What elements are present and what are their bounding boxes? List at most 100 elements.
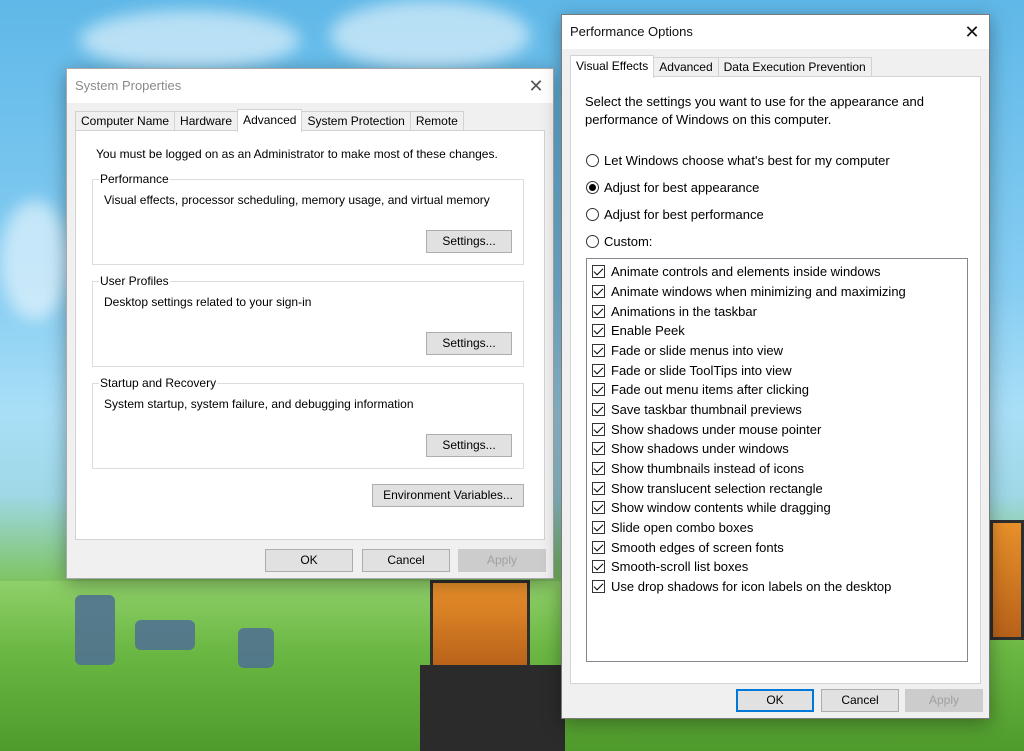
user-profiles-group: User Profiles Desktop settings related t…	[92, 274, 524, 367]
ok-button[interactable]: OK	[265, 549, 353, 572]
list-item[interactable]: Use drop shadows for icon labels on the …	[592, 577, 891, 595]
list-item[interactable]: Slide open combo boxes	[592, 518, 753, 536]
list-item[interactable]: Show shadows under mouse pointer	[592, 420, 821, 438]
checkbox[interactable]	[592, 363, 605, 377]
radio-label: Adjust for best performance	[604, 207, 764, 222]
list-item[interactable]: Animations in the taskbar	[592, 302, 757, 320]
list-item[interactable]: Smooth edges of screen fonts	[592, 538, 784, 556]
checkbox-label: Fade or slide menus into view	[611, 342, 783, 358]
cancel-button[interactable]: Cancel	[821, 689, 899, 712]
performance-settings-button[interactable]: Settings...	[426, 230, 512, 253]
checkbox[interactable]	[592, 520, 605, 534]
list-item[interactable]: Save taskbar thumbnail previews	[592, 400, 802, 418]
radio-button[interactable]	[586, 154, 599, 167]
checkbox[interactable]	[592, 304, 605, 318]
performance-options-window: Performance Options ✕ Visual Effects Adv…	[561, 14, 990, 719]
apply-button[interactable]: Apply	[458, 549, 546, 572]
checkbox[interactable]	[592, 461, 605, 475]
list-item[interactable]: Fade or slide menus into view	[592, 341, 783, 359]
close-icon[interactable]: ✕	[955, 15, 989, 49]
tab-visual-effects[interactable]: Visual Effects	[570, 55, 655, 78]
checkbox[interactable]	[592, 441, 605, 455]
checkbox[interactable]	[592, 579, 605, 593]
radio-button[interactable]	[586, 181, 599, 194]
radio-let-windows-choose[interactable]: Let Windows choose what's best for my co…	[586, 153, 890, 168]
checkbox-label: Slide open combo boxes	[611, 519, 754, 535]
admin-note: You must be logged on as an Administrato…	[96, 147, 498, 161]
checkbox-label: Fade out menu items after clicking	[611, 381, 809, 397]
startup-recovery-settings-button[interactable]: Settings...	[426, 434, 512, 457]
performance-options-titlebar[interactable]: Performance Options ✕	[562, 15, 989, 49]
checkbox-label: Smooth edges of screen fonts	[611, 539, 784, 555]
checkbox[interactable]	[592, 343, 605, 357]
checkbox-label: Show translucent selection rectangle	[611, 480, 823, 496]
intro-text: Select the settings you want to use for …	[585, 94, 924, 127]
checkbox-label: Use drop shadows for icon labels on the …	[611, 578, 892, 594]
list-item[interactable]: Enable Peek	[592, 321, 685, 339]
user-profiles-settings-button[interactable]: Settings...	[426, 332, 512, 355]
tab-system-protection[interactable]: System Protection	[301, 111, 411, 131]
environment-variables-button[interactable]: Environment Variables...	[372, 484, 524, 507]
window-title: Performance Options	[570, 24, 693, 39]
system-properties-titlebar[interactable]: System Properties ✕	[67, 69, 553, 103]
performance-options-tabs: Visual Effects Advanced Data Execution P…	[570, 55, 872, 78]
list-item[interactable]: Fade or slide ToolTips into view	[592, 361, 792, 379]
checkbox[interactable]	[592, 382, 605, 396]
checkbox[interactable]	[592, 559, 605, 573]
radio-label: Custom:	[604, 234, 653, 249]
tab-advanced[interactable]: Advanced	[237, 109, 303, 132]
checkbox-label: Show shadows under windows	[611, 440, 789, 456]
checkbox[interactable]	[592, 540, 605, 554]
startup-recovery-group: Startup and Recovery System startup, sys…	[92, 376, 524, 469]
list-item[interactable]: Smooth-scroll list boxes	[592, 557, 748, 575]
list-item[interactable]: Show thumbnails instead of icons	[592, 459, 804, 477]
group-description: Desktop settings related to your sign-in	[104, 295, 312, 309]
checkbox-label: Fade or slide ToolTips into view	[611, 362, 792, 378]
radio-button[interactable]	[586, 208, 599, 221]
visual-effects-list[interactable]: Animate controls and elements inside win…	[586, 258, 968, 662]
radio-best-performance[interactable]: Adjust for best performance	[586, 207, 764, 222]
list-item[interactable]: Show translucent selection rectangle	[592, 479, 823, 497]
checkbox[interactable]	[592, 500, 605, 514]
checkbox[interactable]	[592, 481, 605, 495]
group-title: User Profiles	[99, 274, 170, 288]
checkbox-label: Save taskbar thumbnail previews	[611, 401, 802, 417]
radio-custom[interactable]: Custom:	[586, 234, 652, 249]
checkbox-label: Smooth-scroll list boxes	[611, 558, 749, 574]
list-item[interactable]: Animate controls and elements inside win…	[592, 262, 881, 280]
checkbox-label: Animate windows when minimizing and maxi…	[611, 283, 906, 299]
close-icon[interactable]: ✕	[519, 69, 553, 103]
window-title: System Properties	[75, 78, 182, 93]
checkbox[interactable]	[592, 284, 605, 298]
checkbox-label: Animate controls and elements inside win…	[611, 263, 881, 279]
radio-label: Let Windows choose what's best for my co…	[604, 153, 890, 168]
list-item[interactable]: Fade out menu items after clicking	[592, 380, 809, 398]
checkbox[interactable]	[592, 422, 605, 436]
checkbox-label: Show thumbnails instead of icons	[611, 460, 804, 476]
tab-remote[interactable]: Remote	[409, 111, 464, 131]
tab-computer-name[interactable]: Computer Name	[75, 111, 176, 131]
radio-best-appearance[interactable]: Adjust for best appearance	[586, 180, 759, 195]
radio-button[interactable]	[586, 235, 599, 248]
cancel-button[interactable]: Cancel	[362, 549, 450, 572]
checkbox-label: Show shadows under mouse pointer	[611, 421, 822, 437]
tab-hardware[interactable]: Hardware	[174, 111, 239, 131]
advanced-tab-panel: You must be logged on as an Administrato…	[75, 130, 545, 540]
system-properties-window: System Properties ✕ Computer Name Hardwa…	[66, 68, 554, 579]
apply-button[interactable]: Apply	[905, 689, 983, 712]
group-title: Performance	[99, 172, 170, 186]
tab-advanced[interactable]: Advanced	[653, 57, 719, 77]
tab-data-execution-prevention[interactable]: Data Execution Prevention	[717, 57, 872, 77]
checkbox-label: Enable Peek	[611, 322, 685, 338]
ok-button[interactable]: OK	[736, 689, 814, 712]
checkbox-label: Animations in the taskbar	[611, 303, 757, 319]
list-item[interactable]: Show shadows under windows	[592, 439, 789, 457]
group-description: System startup, system failure, and debu…	[104, 397, 414, 411]
checkbox[interactable]	[592, 402, 605, 416]
performance-group: Performance Visual effects, processor sc…	[92, 172, 524, 265]
checkbox[interactable]	[592, 323, 605, 337]
list-item[interactable]: Animate windows when minimizing and maxi…	[592, 282, 906, 300]
system-properties-tabs: Computer Name Hardware Advanced System P…	[75, 109, 464, 132]
list-item[interactable]: Show window contents while dragging	[592, 498, 831, 516]
checkbox[interactable]	[592, 264, 605, 278]
